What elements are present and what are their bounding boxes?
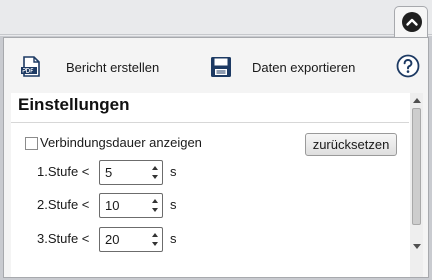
- level-2-input[interactable]: [101, 195, 149, 216]
- reset-button[interactable]: zurücksetzen: [305, 133, 397, 156]
- floppy-disk-icon: [208, 54, 234, 80]
- level-label: 3.Stufe <: [37, 231, 90, 246]
- level-3-input[interactable]: [101, 229, 149, 250]
- export-data-button[interactable]: Daten exportieren: [208, 52, 364, 82]
- settings-scrollbar[interactable]: [410, 93, 423, 277]
- spin-up-icon[interactable]: [152, 199, 158, 203]
- show-duration-label[interactable]: Verbindungsdauer anzeigen: [40, 135, 202, 150]
- create-report-label: Bericht erstellen: [66, 60, 160, 75]
- level-3-spinner[interactable]: [99, 227, 163, 252]
- settings-title: Einstellungen: [18, 95, 130, 114]
- title-divider: [11, 122, 409, 123]
- spin-down-icon[interactable]: [152, 175, 158, 179]
- level-1-input[interactable]: [101, 162, 149, 183]
- spin-up-icon[interactable]: [152, 233, 158, 237]
- chevron-up-icon: [402, 12, 422, 32]
- level-unit: s: [170, 164, 177, 179]
- create-report-button[interactable]: Bericht erstellen: [18, 52, 170, 82]
- help-icon[interactable]: [396, 54, 420, 78]
- collapse-panel-tab[interactable]: [394, 6, 428, 38]
- scroll-thumb[interactable]: [412, 108, 421, 225]
- level-2-spinner[interactable]: [99, 193, 163, 218]
- spin-down-icon[interactable]: [152, 208, 158, 212]
- spin-up-icon[interactable]: [152, 166, 158, 170]
- settings-panel: Bericht erstellen Daten exportieren Eins…: [3, 37, 429, 278]
- spin-down-icon[interactable]: [152, 242, 158, 246]
- pdf-icon: [18, 54, 44, 80]
- toolbar: Bericht erstellen Daten exportieren: [4, 38, 428, 88]
- level-unit: s: [170, 231, 177, 246]
- scroll-down-icon[interactable]: [413, 244, 421, 249]
- settings-section: Einstellungen Verbindungsdauer anzeigen …: [11, 93, 423, 277]
- export-data-label: Daten exportieren: [252, 60, 356, 75]
- level-label: 1.Stufe <: [37, 164, 90, 179]
- background-app-bar: [0, 0, 432, 36]
- scroll-up-icon[interactable]: [413, 98, 421, 103]
- show-duration-checkbox[interactable]: [25, 137, 38, 150]
- background-divider: [0, 34, 432, 35]
- level-1-spinner[interactable]: [99, 160, 163, 185]
- level-label: 2.Stufe <: [37, 197, 90, 212]
- level-unit: s: [170, 197, 177, 212]
